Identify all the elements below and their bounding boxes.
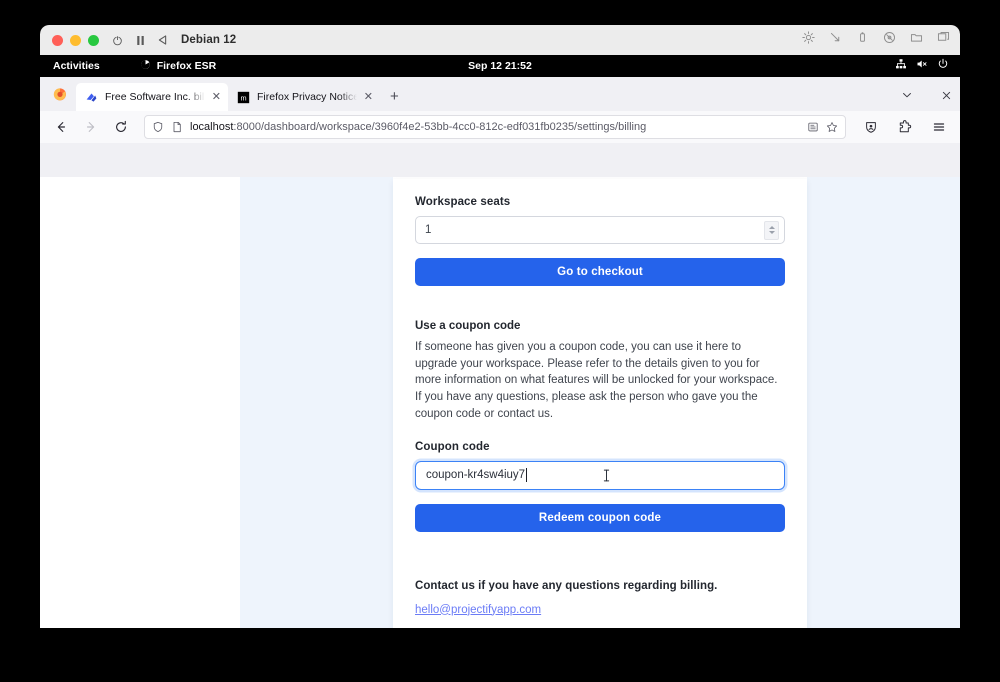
projectify-icon	[85, 91, 98, 104]
coupon-description: If someone has given you a coupon code, …	[415, 341, 778, 420]
coupon-code-value: coupon-kr4sw4iuy7	[426, 469, 526, 482]
virtual-machine-window: Debian 12 Activities Firefox ESR Sep 12 …	[40, 25, 960, 628]
close-window-button[interactable]	[52, 34, 63, 46]
active-app-label: Firefox ESR	[156, 60, 217, 72]
tab-title: Firefox Privacy Notice — …	[257, 91, 357, 103]
reload-button[interactable]	[108, 114, 134, 140]
system-status-area[interactable]	[895, 57, 949, 75]
send-key-icon[interactable]	[158, 35, 167, 45]
power-icon	[937, 57, 949, 75]
url-bar[interactable]: localhost:8000/dashboard/workspace/3960f…	[144, 115, 846, 139]
vm-toolbar-icons	[802, 25, 950, 55]
toolbar-right-controls	[858, 114, 952, 140]
close-icon[interactable]: ✕	[212, 91, 221, 103]
tabstrip-right-controls	[901, 88, 952, 106]
page-viewport: Workspace seats 1 Go to checkout Use a c…	[40, 177, 960, 628]
url-text[interactable]: localhost:8000/dashboard/workspace/3960f…	[190, 121, 800, 133]
new-tab-button[interactable]: +	[390, 88, 399, 105]
svg-text:m: m	[240, 93, 246, 102]
forward-button	[78, 114, 104, 140]
page-icon	[171, 121, 183, 133]
firefox-icon	[140, 59, 151, 73]
url-path: :8000/dashboard/workspace/3960f4e2-53bb-…	[233, 121, 647, 133]
shield-icon[interactable]	[152, 121, 164, 133]
maximize-window-button[interactable]	[88, 34, 99, 46]
list-all-tabs-icon[interactable]	[901, 88, 913, 106]
workspace-seats-label: Workspace seats	[415, 196, 511, 208]
vm-title: Debian 12	[181, 34, 237, 46]
network-icon	[895, 57, 907, 75]
back-button[interactable]	[48, 114, 74, 140]
number-stepper-icon[interactable]	[764, 220, 779, 240]
tab-title: Free Software Inc. billing	[105, 91, 205, 103]
redeem-coupon-code-button[interactable]: Redeem coupon code	[415, 503, 785, 532]
minimize-window-button[interactable]	[70, 34, 81, 46]
reader-view-icon[interactable]	[807, 121, 819, 133]
power-icon[interactable]	[112, 35, 123, 46]
tab-strip: Free Software Inc. billing ✕ m Firefox P…	[40, 77, 960, 111]
tab-free-software-inc-billing[interactable]: Free Software Inc. billing ✕	[76, 83, 228, 111]
bookmark-star-icon[interactable]	[826, 121, 838, 133]
tab-firefox-privacy-notice[interactable]: m Firefox Privacy Notice — … ✕	[228, 83, 380, 111]
coupon-heading: Use a coupon code	[415, 320, 521, 332]
vm-titlebar: Debian 12	[40, 25, 960, 55]
resize-icon[interactable]	[829, 31, 842, 49]
billing-settings-card: Workspace seats 1 Go to checkout Use a c…	[393, 179, 807, 628]
coupon-code-input[interactable]: coupon-kr4sw4iuy7	[415, 460, 785, 490]
account-shield-icon[interactable]	[858, 114, 884, 140]
contact-email-link[interactable]: hello@projectifyapp.com	[415, 604, 541, 616]
url-host: localhost	[190, 121, 234, 133]
brightness-icon[interactable]	[802, 31, 815, 49]
activities-button[interactable]: Activities	[53, 60, 100, 72]
firefox-browser: Free Software Inc. billing ✕ m Firefox P…	[40, 77, 960, 628]
workspace-seats-value: 1	[425, 224, 432, 236]
text-cursor-icon	[602, 468, 611, 488]
text-caret	[526, 468, 528, 483]
firefox-logo-icon	[52, 86, 68, 102]
workspace-seats-input[interactable]: 1	[415, 216, 785, 244]
windows-icon[interactable]	[937, 31, 950, 49]
pause-icon[interactable]	[136, 35, 145, 46]
navigation-toolbar: localhost:8000/dashboard/workspace/3960f…	[40, 111, 960, 143]
window-traffic-lights	[52, 34, 99, 46]
mozilla-icon: m	[237, 91, 250, 104]
go-to-checkout-button[interactable]: Go to checkout	[415, 258, 785, 286]
close-window-icon[interactable]	[941, 88, 952, 106]
disc-icon[interactable]	[883, 31, 896, 49]
usb-icon[interactable]	[856, 31, 869, 49]
gnome-top-bar: Activities Firefox ESR Sep 12 21:52	[40, 55, 960, 77]
close-icon[interactable]: ✕	[364, 91, 373, 103]
extensions-icon[interactable]	[892, 114, 918, 140]
volume-muted-icon	[916, 57, 928, 75]
contact-text: Contact us if you have any questions reg…	[415, 579, 718, 592]
coupon-code-label: Coupon code	[415, 440, 490, 453]
app-menu-icon[interactable]	[926, 114, 952, 140]
coupon-section: Use a coupon code If someone has given y…	[415, 320, 785, 532]
folder-icon[interactable]	[910, 31, 923, 49]
contact-section: Contact us if you have any questions reg…	[415, 580, 785, 618]
active-app-indicator[interactable]: Firefox ESR	[140, 59, 217, 73]
